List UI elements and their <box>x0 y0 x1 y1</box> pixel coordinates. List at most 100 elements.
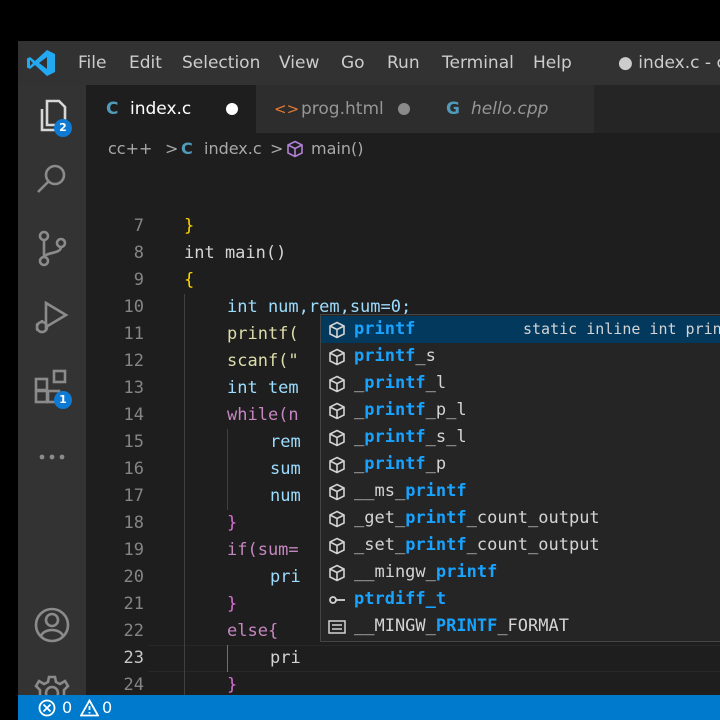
code-line: if(sum= <box>227 540 299 560</box>
suggestion-label: _printf_p <box>354 454 447 474</box>
method-cube-icon <box>329 402 345 420</box>
modified-dot-icon[interactable] <box>226 103 238 115</box>
html-file-icon: <> <box>274 100 300 118</box>
more-icon[interactable] <box>32 437 72 477</box>
error-count: 0 <box>62 698 73 717</box>
code-line: sum <box>270 459 301 479</box>
suggestion-detail: static inline int printf <box>523 320 720 338</box>
method-cube-icon <box>329 537 345 555</box>
code-line: pri <box>270 567 301 587</box>
warning-icon <box>80 699 99 717</box>
suggestion-item[interactable]: ptrdiff_t <box>321 586 720 613</box>
code-line-current: pri <box>270 648 301 668</box>
suggestion-label: _get_printf_count_output <box>354 508 600 528</box>
menu-help[interactable]: Help <box>533 52 572 74</box>
tab-label: index.c <box>130 99 192 119</box>
method-cube-icon <box>329 564 345 582</box>
suggestion-item[interactable]: _printf_s_l <box>321 424 720 451</box>
code-line: rem <box>270 432 301 452</box>
line-number: 13 <box>123 378 144 398</box>
account-icon[interactable] <box>32 605 72 645</box>
line-number: 18 <box>123 513 144 533</box>
suggestion-label: __ms_printf <box>354 481 467 501</box>
breadcrumb-folder[interactable]: cc++ <box>108 133 152 165</box>
error-icon <box>38 699 56 717</box>
explorer-icon[interactable]: 2 <box>32 95 72 137</box>
run-debug-icon[interactable] <box>32 297 72 337</box>
method-cube-icon <box>329 483 345 501</box>
line-number: 17 <box>123 486 144 506</box>
menu-edit[interactable]: Edit <box>129 52 162 74</box>
suggestion-item[interactable]: _printf_p <box>321 451 720 478</box>
tab-hello-cpp[interactable]: G hello.cpp <box>426 85 594 133</box>
tab-label: prog.html <box>301 99 384 119</box>
line-number: 12 <box>123 351 144 371</box>
code-line: int main() <box>184 243 287 263</box>
c-file-icon: C <box>106 99 119 119</box>
breadcrumb-symbol[interactable]: main() <box>311 133 363 165</box>
method-cube-icon <box>329 375 345 393</box>
line-number: 14 <box>123 405 144 425</box>
line-number: 20 <box>123 567 144 587</box>
suggestion-item[interactable]: _printf_p_l <box>321 397 720 424</box>
chevron-right-icon: > <box>165 139 179 158</box>
suggestion-label: _printf_s_l <box>354 427 467 447</box>
code-line: scanf(" <box>227 351 299 371</box>
menu-run[interactable]: Run <box>387 52 420 74</box>
suggestion-item[interactable]: printf_s <box>321 343 720 370</box>
menu-terminal[interactable]: Terminal <box>442 52 514 74</box>
code-line: num <box>270 486 301 506</box>
tab-label: hello.cpp <box>471 99 549 119</box>
chevron-right-icon: > <box>270 139 284 158</box>
suggestion-item[interactable]: __mingw_printf <box>321 559 720 586</box>
code-line: { <box>184 270 195 290</box>
suggestion-item[interactable]: __ms_printf <box>321 478 720 505</box>
suggestion-label: ptrdiff_t <box>354 589 447 609</box>
window-title: ● index.c - cpp <box>618 53 720 73</box>
vscode-window: File Edit Selection View Go Run Terminal… <box>18 41 720 720</box>
suggestion-item[interactable]: _set_printf_count_output <box>321 532 720 559</box>
extensions-icon[interactable]: 1 <box>32 367 72 409</box>
suggestion-label: printf_s <box>354 346 436 366</box>
suggestion-label: printf <box>354 319 416 339</box>
tab-index-c[interactable]: C index.c <box>86 85 256 133</box>
title-bar: File Edit Selection View Go Run Terminal… <box>18 41 720 85</box>
code-line: int tem <box>227 378 299 398</box>
code-line: printf( <box>227 324 299 344</box>
tab-prog-html[interactable]: <> prog.html <box>256 85 426 133</box>
method-cube-icon <box>329 321 345 339</box>
line-number: 11 <box>123 324 144 344</box>
current-line-highlight <box>148 645 720 672</box>
autocomplete-suggestions: printf static inline int printf printf_s _p… <box>320 314 720 642</box>
warning-count: 0 <box>102 698 113 717</box>
menu-selection[interactable]: Selection <box>182 52 260 74</box>
breadcrumb: cc++ > C index.c > main() <box>86 133 720 165</box>
method-cube-icon <box>329 456 345 474</box>
indent-guide <box>184 294 185 699</box>
line-number: 16 <box>123 459 144 479</box>
line-number: 15 <box>123 432 144 452</box>
type-parameter-icon <box>329 596 345 604</box>
line-number: 9 <box>133 270 144 290</box>
menu-view[interactable]: View <box>279 52 319 74</box>
breadcrumb-file[interactable]: index.c <box>204 133 262 165</box>
code-line: } <box>227 513 238 533</box>
code-line: while(n <box>227 405 299 425</box>
menu-file[interactable]: File <box>78 52 106 74</box>
suggestion-label: _set_printf_count_output <box>354 535 600 555</box>
status-bar: 0 0 <box>18 695 720 720</box>
suggestion-label: _printf_p_l <box>354 400 467 420</box>
text-snippet-icon <box>328 620 346 634</box>
c-file-icon: C <box>181 139 193 158</box>
suggestion-item[interactable]: __MINGW_PRINTF_FORMAT <box>321 613 720 640</box>
modified-dot-icon[interactable] <box>398 103 410 115</box>
menu-go[interactable]: Go <box>341 52 365 74</box>
line-number-current: 23 <box>123 648 144 668</box>
search-icon[interactable] <box>32 160 72 200</box>
suggestion-item[interactable]: _printf_l <box>321 370 720 397</box>
suggestion-label: _printf_l <box>354 373 447 393</box>
suggestion-item[interactable]: printf static inline int printf <box>321 316 720 343</box>
suggestion-item[interactable]: _get_printf_count_output <box>321 505 720 532</box>
source-control-icon[interactable] <box>32 228 72 268</box>
indent-guide <box>227 429 228 510</box>
